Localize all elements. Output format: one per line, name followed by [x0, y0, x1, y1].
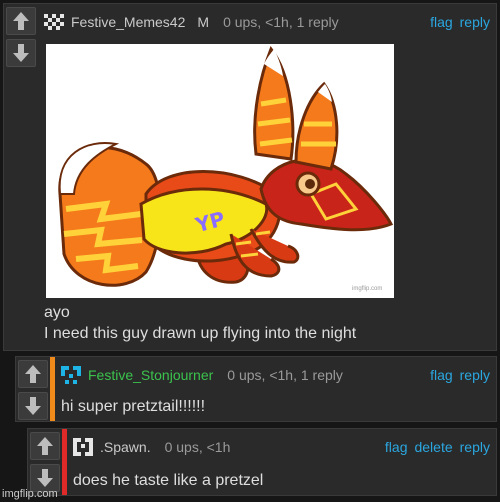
- comment-meta: 0 ups, <1h, 1 reply: [227, 367, 343, 383]
- comment-2: Festive_Stonjourner 0 ups, <1h, 1 reply …: [15, 356, 497, 422]
- vote-column: [16, 357, 50, 421]
- delete-link[interactable]: delete: [414, 439, 452, 455]
- meme-image[interactable]: YP imgflip.com: [46, 44, 394, 298]
- reply-link[interactable]: reply: [460, 439, 490, 455]
- downvote-button[interactable]: [6, 39, 36, 67]
- pixel-avatar-bracket-icon[interactable]: [73, 437, 95, 457]
- pixel-avatar-icon[interactable]: [44, 12, 66, 32]
- down-arrow-icon: [25, 397, 41, 415]
- reply-link[interactable]: reply: [460, 367, 490, 383]
- downvote-button[interactable]: [18, 392, 48, 420]
- comment-header: .Spawn. 0 ups, <1h flag delete reply: [73, 435, 490, 459]
- pixel-avatar-blue-icon[interactable]: [61, 365, 83, 385]
- upvote-button[interactable]: [6, 7, 36, 35]
- comment-header: Festive_Stonjourner 0 ups, <1h, 1 reply …: [61, 363, 490, 387]
- image-watermark: imgflip.com: [352, 286, 383, 292]
- reply-link[interactable]: reply: [460, 14, 490, 30]
- comment-meta: 0 ups, <1h, 1 reply: [223, 14, 339, 30]
- comment-actions: flag reply: [430, 367, 490, 383]
- flag-link[interactable]: flag: [430, 14, 453, 30]
- down-arrow-icon: [13, 44, 29, 62]
- footer-watermark: imgflip.com: [2, 488, 58, 500]
- down-arrow-icon: [37, 469, 53, 487]
- comment-text: ayo I need this guy drawn up flying into…: [44, 302, 356, 344]
- comment-body: Festive_Stonjourner 0 ups, <1h, 1 reply …: [55, 357, 496, 421]
- comment-3: .Spawn. 0 ups, <1h flag delete reply doe…: [27, 428, 497, 496]
- comment-body: .Spawn. 0 ups, <1h flag delete reply doe…: [67, 429, 496, 495]
- upvote-button[interactable]: [30, 432, 60, 460]
- comment-meta: 0 ups, <1h: [164, 439, 231, 455]
- comment-header: Festive_Memes42 M 0 ups, <1h, 1 reply fl…: [44, 10, 490, 34]
- comment-actions: flag reply: [430, 14, 490, 30]
- comment-text-line: I need this guy drawn up flying into the…: [44, 325, 357, 342]
- up-arrow-icon: [37, 437, 53, 455]
- username[interactable]: Festive_Memes42: [71, 14, 185, 30]
- vote-column: [28, 429, 62, 495]
- mod-badge: M: [197, 14, 210, 30]
- comment-text: hi super pretztail!!!!!!: [61, 398, 206, 415]
- username[interactable]: .Spawn.: [100, 439, 151, 455]
- fox-drawing: YP: [58, 46, 394, 287]
- flag-link[interactable]: flag: [385, 439, 408, 455]
- comment-text: does he taste like a pretzel: [73, 472, 264, 489]
- comment-1: Festive_Memes42 M 0 ups, <1h, 1 reply fl…: [3, 3, 497, 351]
- up-arrow-icon: [13, 12, 29, 30]
- flag-link[interactable]: flag: [430, 367, 453, 383]
- comment-actions: flag delete reply: [385, 439, 490, 455]
- upvote-button[interactable]: [18, 360, 48, 388]
- comment-thread: Festive_Memes42 M 0 ups, <1h, 1 reply fl…: [0, 0, 500, 502]
- up-arrow-icon: [25, 365, 41, 383]
- vote-column: [4, 4, 38, 350]
- username[interactable]: Festive_Stonjourner: [88, 367, 213, 383]
- comment-text-line: ayo: [44, 304, 70, 321]
